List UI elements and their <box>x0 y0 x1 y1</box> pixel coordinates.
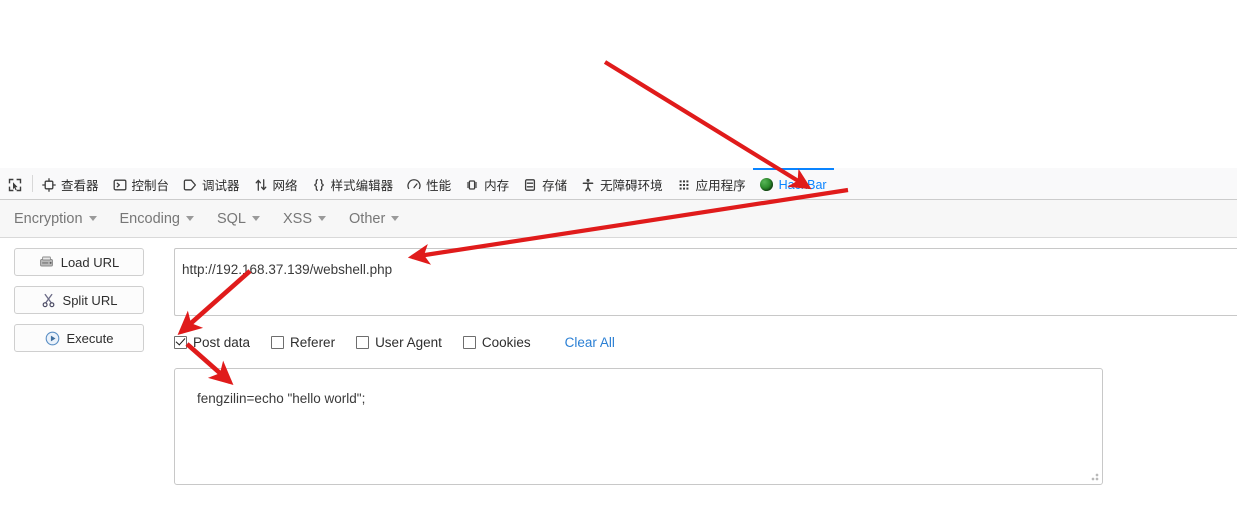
execute-label: Execute <box>66 330 114 346</box>
load-url-label: Load URL <box>60 254 120 270</box>
devtools-tab-label: 调试器 <box>202 179 240 193</box>
toolbar-separator <box>32 175 33 192</box>
inspector-icon <box>42 177 56 192</box>
devtools-tab-memory[interactable]: 内存 <box>458 168 516 199</box>
load-url-icon <box>39 255 54 270</box>
devtools-tab-label: 网络 <box>272 179 298 193</box>
request-options-row: Post data Referer User Agent Cookies Cle… <box>174 332 615 352</box>
menu-label: Other <box>349 210 386 227</box>
post-data-textarea[interactable]: fengzilin=echo "hello world"; <box>174 368 1103 485</box>
empty-page-area <box>0 0 1237 168</box>
storage-icon <box>523 178 537 192</box>
load-url-button[interactable]: Load URL <box>14 248 144 276</box>
menu-label: Encryption <box>14 210 83 227</box>
hackbar-icon <box>760 178 774 192</box>
play-icon <box>45 331 60 346</box>
menu-other[interactable]: Other <box>349 207 409 231</box>
devtools-tab-hackbar[interactable]: HackBar <box>752 168 834 199</box>
network-icon <box>254 178 268 192</box>
split-url-button[interactable]: Split URL <box>14 286 144 314</box>
memory-icon <box>465 178 479 192</box>
performance-icon <box>407 178 421 192</box>
option-label: Referer <box>290 334 336 350</box>
devtools-tab-label: 存储 <box>542 179 568 193</box>
menu-encoding[interactable]: Encoding <box>120 207 204 231</box>
clear-all-link[interactable]: Clear All <box>565 335 615 350</box>
referer-checkbox[interactable] <box>271 335 285 349</box>
hackbar-panel: Load URL Split URL Execute http://192.16… <box>0 239 1237 520</box>
devtools-tab-inspector[interactable]: 查看器 <box>35 168 106 199</box>
devtools-tab-label: HackBar <box>778 177 827 192</box>
hackbar-action-buttons: Load URL Split URL Execute <box>14 248 144 362</box>
post-data-checkbox[interactable] <box>174 335 187 349</box>
option-post-data[interactable]: Post data <box>174 335 250 350</box>
devtools-tab-style-editor[interactable]: 样式编辑器 <box>305 168 401 199</box>
option-cookies[interactable]: Cookies <box>462 334 531 350</box>
devtools-tab-application[interactable]: 应用程序 <box>670 168 753 199</box>
chevron-down-icon <box>88 216 97 221</box>
cookies-checkbox[interactable] <box>462 335 476 349</box>
style-editor-icon <box>312 178 326 192</box>
chevron-down-icon <box>252 216 260 221</box>
chevron-down-icon <box>318 216 327 221</box>
devtools-toolbar: 查看器 控制台 调试器 网络 样式编辑器 性能 内存 存储 无障碍环境 应用程序… <box>0 168 1237 200</box>
accessibility-icon <box>581 178 595 192</box>
execute-button[interactable]: Execute <box>14 324 144 352</box>
devtools-tab-label: 查看器 <box>61 179 99 193</box>
option-label: User Agent <box>375 334 442 350</box>
element-picker-icon <box>8 178 22 192</box>
devtools-tab-accessibility[interactable]: 无障碍环境 <box>574 168 670 199</box>
element-picker-button[interactable] <box>0 168 31 199</box>
console-icon <box>113 178 127 192</box>
menu-sql[interactable]: SQL <box>217 207 270 231</box>
devtools-tab-network[interactable]: 网络 <box>247 168 305 199</box>
devtools-tab-label: 控制台 <box>131 179 170 193</box>
menu-label: XSS <box>283 210 313 227</box>
option-label: Post data <box>193 334 251 350</box>
textarea-resize-handle[interactable] <box>1089 471 1099 481</box>
option-referer[interactable]: Referer <box>271 335 335 350</box>
devtools-tab-label: 无障碍环境 <box>600 179 663 193</box>
user-agent-checkbox[interactable] <box>356 335 370 349</box>
menu-xss[interactable]: XSS <box>283 207 336 231</box>
chevron-down-icon <box>391 216 400 221</box>
devtools-tab-label: 内存 <box>484 179 510 193</box>
devtools-tab-console[interactable]: 控制台 <box>106 168 177 199</box>
menu-label: SQL <box>216 210 246 227</box>
option-user-agent[interactable]: User Agent <box>356 335 442 350</box>
devtools-tab-label: 性能 <box>426 179 452 193</box>
application-icon <box>677 178 691 192</box>
hackbar-menu-bar: Encryption Encoding SQL XSS Other <box>0 200 1237 238</box>
devtools-tab-label: 应用程序 <box>695 179 746 193</box>
post-data-value: fengzilin=echo "hello world"; <box>197 391 366 406</box>
menu-label: Encoding <box>119 210 180 227</box>
devtools-tab-debugger[interactable]: 调试器 <box>176 168 247 199</box>
devtools-tab-label: 样式编辑器 <box>330 179 394 193</box>
option-label: Cookies <box>481 334 531 350</box>
menu-encryption[interactable]: Encryption <box>14 207 107 231</box>
url-input[interactable]: http://192.168.37.139/webshell.php <box>174 248 1237 316</box>
split-url-label: Split URL <box>62 292 118 308</box>
debugger-icon <box>183 178 197 192</box>
chevron-down-icon <box>185 216 194 221</box>
scissors-icon <box>41 293 56 308</box>
devtools-tab-storage[interactable]: 存储 <box>516 168 574 199</box>
devtools-tab-performance[interactable]: 性能 <box>400 168 458 199</box>
